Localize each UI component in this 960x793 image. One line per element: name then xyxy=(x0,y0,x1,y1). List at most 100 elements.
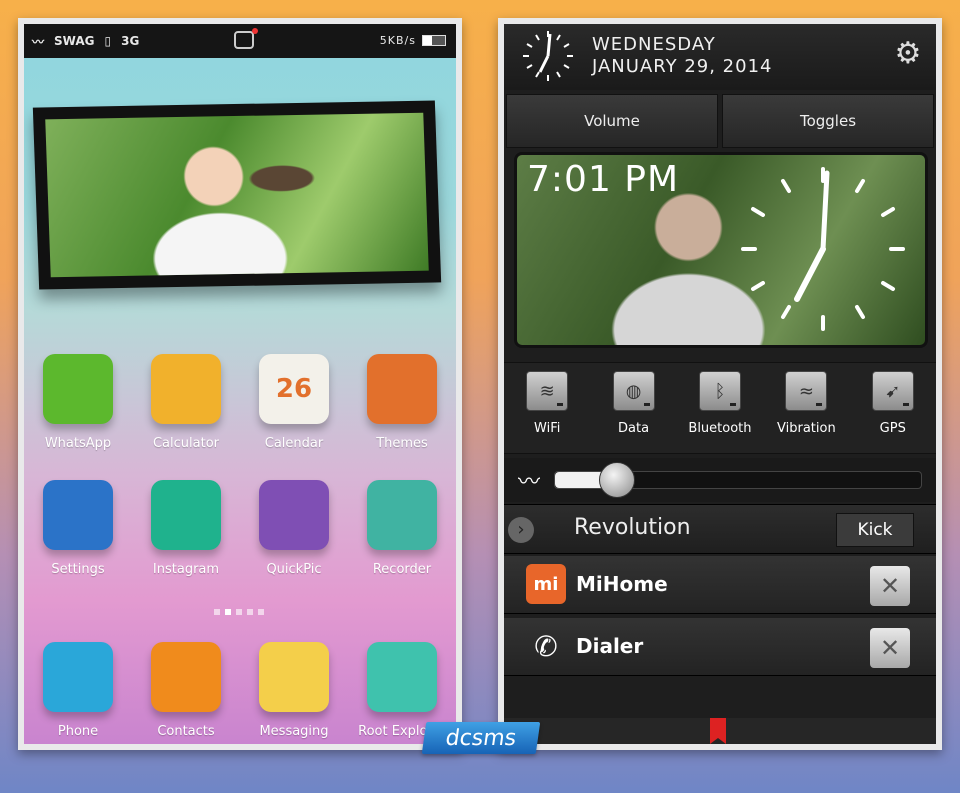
app-calendar[interactable]: 26 Calendar xyxy=(246,354,342,451)
app-label: Messaging xyxy=(259,724,329,739)
donut-icon xyxy=(367,354,437,424)
contacts-icon xyxy=(151,642,221,712)
messaging-icon xyxy=(259,642,329,712)
dialer-icon: ✆ xyxy=(534,629,558,663)
brightness-slider[interactable] xyxy=(554,462,922,498)
mi-icon: mi xyxy=(526,564,566,604)
app-row-1: WhatsApp Calculator 26 Calendar Themes xyxy=(24,354,456,451)
app-label: Instagram xyxy=(152,562,220,577)
mustache-icon: 〰 xyxy=(517,470,540,495)
app-label: Themes xyxy=(376,436,428,451)
app-phone[interactable]: Phone xyxy=(30,642,126,739)
calendar-icon: 26 xyxy=(259,354,329,424)
photo-frame-widget[interactable] xyxy=(32,100,442,290)
bbm-notification-icon[interactable] xyxy=(234,28,258,49)
network-label: 3G xyxy=(121,34,140,48)
photo xyxy=(45,112,429,278)
gps-icon: ➹ xyxy=(871,371,914,411)
battery-icon xyxy=(422,35,446,46)
app-instagram[interactable]: Instagram xyxy=(138,480,234,577)
home-screen: 〰 SWAG ▯ 3G 5KB/s WhatsApp Calculator 26 Ca… xyxy=(24,24,456,744)
app-themes[interactable]: Themes xyxy=(354,354,450,451)
panel-header: WEDNESDAY JANUARY 29, 2014 ⚙ xyxy=(504,24,936,90)
app-label: Contacts xyxy=(157,724,215,739)
app-label: Recorder xyxy=(372,562,432,577)
close-icon[interactable]: ✕ xyxy=(870,628,910,668)
widget-analog-clock-icon xyxy=(741,167,905,331)
monitor-icon xyxy=(151,480,221,550)
toggle-label: GPS xyxy=(879,421,906,436)
globe-icon: ◍ xyxy=(612,371,655,411)
calculator-icon xyxy=(151,354,221,424)
page-dot[interactable] xyxy=(236,609,242,615)
swag-icon: SWAG xyxy=(54,34,95,48)
dock: Phone Contacts Messaging Root Explorer xyxy=(24,642,456,739)
bookmark-icon[interactable] xyxy=(710,718,726,744)
close-icon[interactable]: ✕ xyxy=(870,566,910,606)
app-quickpic[interactable]: QuickPic xyxy=(246,480,342,577)
right-phone: WEDNESDAY JANUARY 29, 2014 ⚙ Volume Togg… xyxy=(498,18,942,750)
kick-button[interactable]: Kick xyxy=(836,513,914,547)
page-dot-active[interactable] xyxy=(225,609,231,615)
left-phone: 〰 SWAG ▯ 3G 5KB/s WhatsApp Calculator 26 Ca… xyxy=(18,18,462,750)
expand-arrow-icon[interactable]: › xyxy=(508,517,534,543)
app-label: Phone xyxy=(57,724,99,739)
brightness-knob[interactable] xyxy=(599,462,636,498)
tab-toggles[interactable]: Toggles xyxy=(722,94,934,148)
tab-volume[interactable]: Volume xyxy=(506,94,718,148)
day-label: WEDNESDAY xyxy=(592,34,716,55)
app-messaging[interactable]: Messaging xyxy=(246,642,342,739)
whatsapp-icon xyxy=(43,354,113,424)
toggle-label: WiFi xyxy=(534,421,561,436)
status-bar: 〰 SWAG ▯ 3G 5KB/s xyxy=(24,24,456,58)
app-label: Calendar xyxy=(264,436,324,451)
app-recorder[interactable]: Recorder xyxy=(354,480,450,577)
app-label: Settings xyxy=(51,562,105,577)
page-dot[interactable] xyxy=(258,609,264,615)
widget-time: 7:01 PM xyxy=(527,159,680,200)
toggle-label: Vibration xyxy=(777,421,836,436)
toggle-bluetooth[interactable]: ᛒ Bluetooth xyxy=(680,371,760,453)
app-label: Calculator xyxy=(152,436,219,451)
app-settings[interactable]: Settings xyxy=(30,480,126,577)
toggle-label: Bluetooth xyxy=(688,421,752,436)
phone-handset-icon xyxy=(43,642,113,712)
brightness-bar: 〰 xyxy=(504,458,936,502)
bottom-bar xyxy=(504,718,936,744)
page-dot[interactable] xyxy=(247,609,253,615)
task-name: Dialer xyxy=(576,634,644,658)
turntable-icon xyxy=(367,480,437,550)
clock-photo-widget[interactable]: 7:01 PM xyxy=(514,152,928,348)
watermark-logo: dcsms xyxy=(421,722,541,754)
gallery-icon xyxy=(259,480,329,550)
toggle-data[interactable]: ◍ Data xyxy=(594,371,674,453)
mustache-icon: 〰 xyxy=(32,34,45,49)
analog-clock-icon xyxy=(523,31,573,81)
vibration-icon: ≈ xyxy=(785,371,828,411)
task-item-dialer[interactable]: ✆ Dialer ✕ xyxy=(504,618,936,676)
app-label: WhatsApp xyxy=(44,436,112,451)
page-indicator xyxy=(214,609,264,615)
phone-icon: ▯ xyxy=(104,34,112,48)
revolution-header: › Revolution Kick xyxy=(504,504,936,554)
notification-panel: WEDNESDAY JANUARY 29, 2014 ⚙ Volume Togg… xyxy=(504,24,936,744)
toggle-gps[interactable]: ➹ GPS xyxy=(853,371,933,453)
app-label: QuickPic xyxy=(266,562,322,577)
settings-tools-icon xyxy=(43,480,113,550)
revolution-title: Revolution xyxy=(574,515,691,540)
toggle-vibration[interactable]: ≈ Vibration xyxy=(766,371,846,453)
app-contacts[interactable]: Contacts xyxy=(138,642,234,739)
app-calculator[interactable]: Calculator xyxy=(138,354,234,451)
toggle-label: Data xyxy=(618,421,650,436)
task-item-mihome[interactable]: mi MiHome ✕ xyxy=(504,556,936,614)
wifi-icon: ≋ xyxy=(526,371,569,411)
gear-icon[interactable]: ⚙ xyxy=(892,38,924,70)
page-dot[interactable] xyxy=(214,609,220,615)
panel-tabs: Volume Toggles xyxy=(504,94,936,148)
date-label: JANUARY 29, 2014 xyxy=(592,56,773,77)
toggle-wifi[interactable]: ≋ WiFi xyxy=(507,371,587,453)
network-speed: 5KB/s xyxy=(379,34,416,47)
app-whatsapp[interactable]: WhatsApp xyxy=(30,354,126,451)
task-name: MiHome xyxy=(576,572,668,596)
app-row-2: Settings Instagram QuickPic Recorder xyxy=(24,480,456,577)
